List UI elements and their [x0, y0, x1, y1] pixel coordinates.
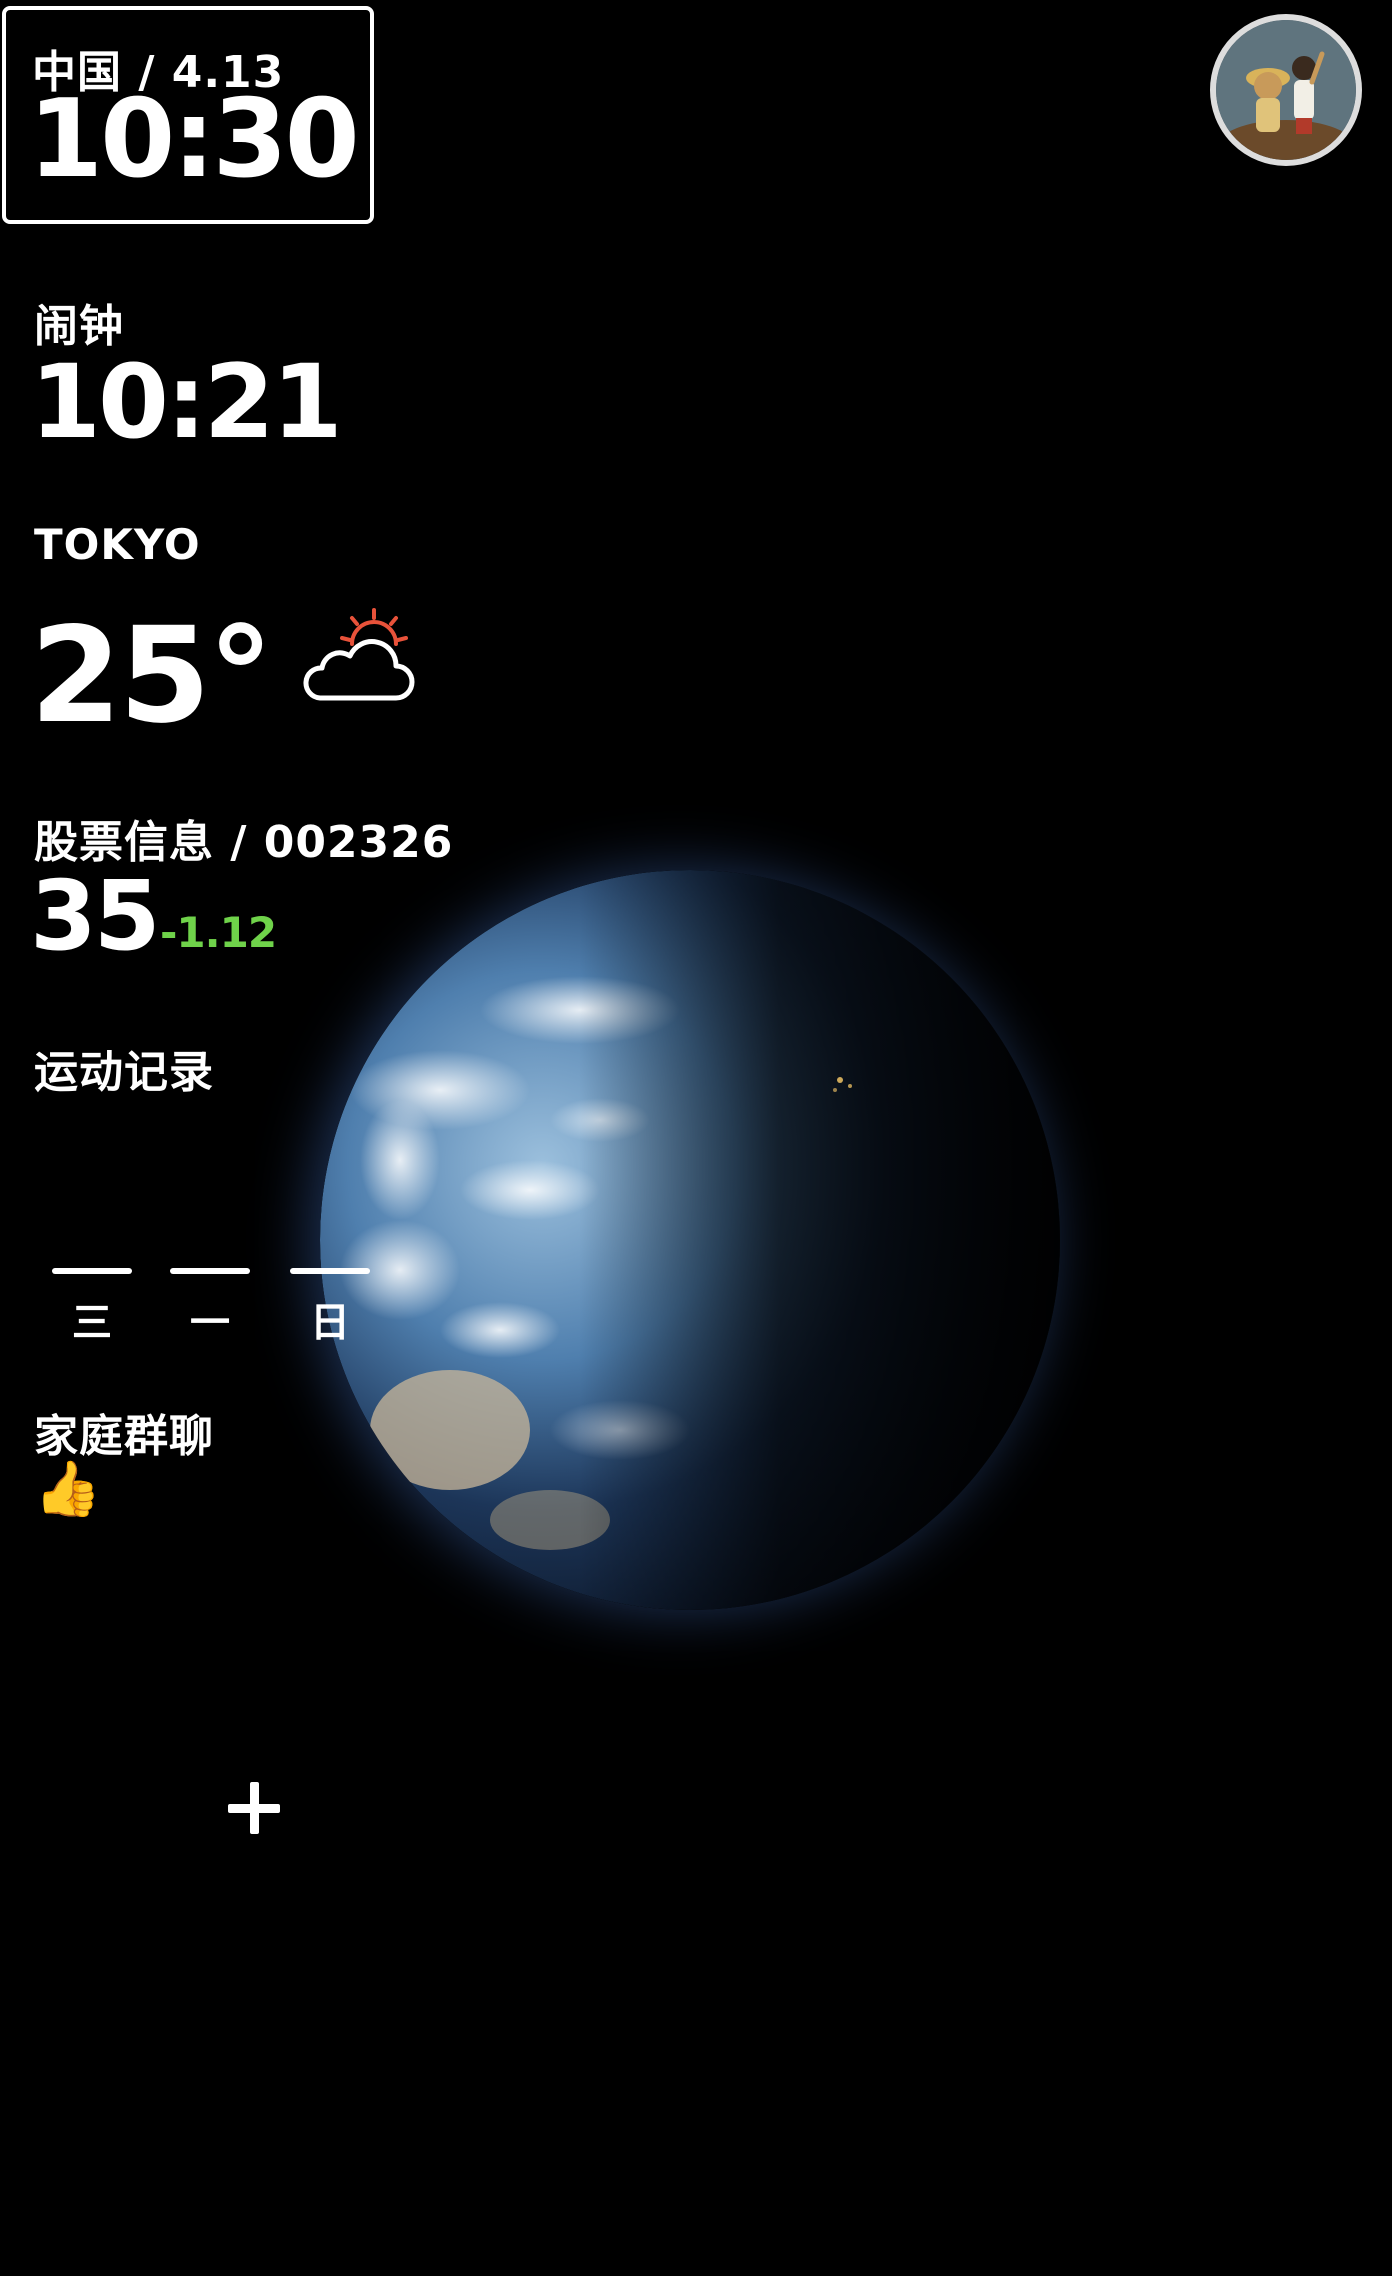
partly-sunny-cloud-icon [300, 604, 416, 708]
alarm-time[interactable]: 10:21 [30, 352, 343, 454]
sport-day-label: 一 [190, 1300, 230, 1346]
sport-record-label: 运动记录 [34, 1047, 214, 1098]
clock-time: 10:30 [28, 77, 360, 202]
sport-day-label: 日 [310, 1300, 350, 1346]
sport-bar-day-2 [170, 1268, 250, 1274]
earth-image [320, 870, 1060, 1610]
avatar[interactable] [1210, 14, 1362, 166]
weather-temperature[interactable]: 25° [30, 610, 274, 742]
stock-change: -1.12 [160, 908, 277, 957]
stock-price[interactable]: 35 [30, 868, 161, 964]
sport-bar-day-3 [290, 1268, 370, 1274]
sport-day-label: 三 [72, 1300, 112, 1346]
weather-city: TOKYO [34, 520, 201, 569]
family-chat-label: 家庭群聊 [34, 1411, 214, 1462]
family-chat-last-message[interactable]: 👍 [34, 1462, 101, 1516]
sport-bar-day-1 [52, 1268, 132, 1274]
plus-icon[interactable] [224, 1778, 284, 1838]
